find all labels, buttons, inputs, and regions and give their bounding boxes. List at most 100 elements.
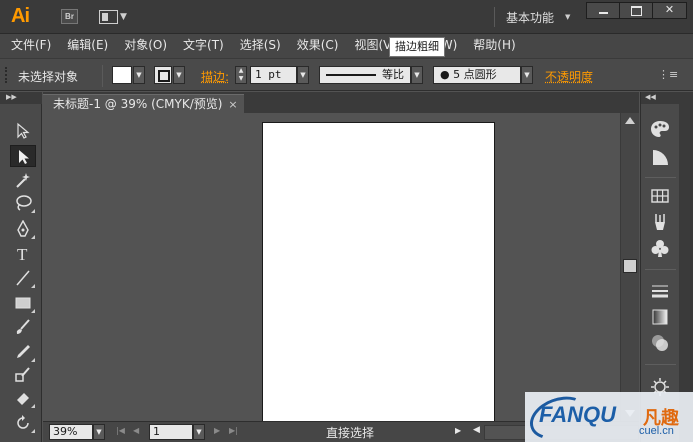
artboard-dropdown[interactable]: ▼ <box>193 424 205 440</box>
menu-file[interactable]: 文件(F) <box>11 34 51 58</box>
color-panel-button[interactable] <box>648 118 672 140</box>
document-tab-bar: 未标题-1 @ 39% (CMYK/预览) × <box>43 92 639 113</box>
swatches-panel-button[interactable] <box>648 185 672 207</box>
symbols-panel-icon <box>651 240 669 257</box>
watermark-brand: FANQU <box>539 402 616 427</box>
menu-object[interactable]: 对象(O) <box>124 34 167 58</box>
scrollbar-thumb[interactable] <box>623 259 637 273</box>
first-artboard-icon[interactable]: |◀ <box>116 426 125 435</box>
minimize-button[interactable] <box>587 3 620 18</box>
divider <box>494 7 495 27</box>
expand-panels-icon[interactable]: ◀◀ <box>641 92 680 104</box>
previous-artboard-icon[interactable]: ◀ <box>133 426 139 435</box>
pencil-tool-icon <box>17 345 30 358</box>
magic-wand-tool[interactable] <box>10 169 36 191</box>
panel-menu-icon[interactable]: ⋮≡ <box>658 69 678 81</box>
watermark-url: cuel.cn <box>639 425 674 437</box>
profile-label: 等比 <box>382 68 404 81</box>
stroke-label[interactable]: 描边: <box>201 68 229 85</box>
status-text[interactable]: 直接选择 <box>326 424 374 441</box>
transparency-panel-button[interactable] <box>648 332 672 354</box>
tool-group-indicator <box>31 404 35 408</box>
rotate-tool[interactable] <box>10 412 36 434</box>
blob-brush-tool[interactable] <box>10 364 36 386</box>
panel-grip[interactable] <box>5 67 9 83</box>
paintbrush-tool-icon <box>16 319 30 334</box>
menu-effect[interactable]: 效果(C) <box>297 34 339 58</box>
menu-help[interactable]: 帮助(H) <box>473 34 515 58</box>
layout-icon <box>99 10 118 24</box>
pencil-tool[interactable] <box>10 341 36 363</box>
close-button[interactable]: ✕ <box>653 3 686 18</box>
variable-width-profile[interactable]: 等比 <box>319 66 411 84</box>
brush-dropdown[interactable]: ▼ <box>521 66 533 84</box>
tool-group-indicator <box>31 358 35 362</box>
brush-definition[interactable]: ● 5 点圆形 <box>433 66 521 84</box>
direct-selection-tool[interactable] <box>10 145 36 167</box>
panel-dock-edge <box>679 92 693 442</box>
document-tab[interactable]: 未标题-1 @ 39% (CMYK/预览) × <box>43 94 244 113</box>
selection-tool[interactable] <box>10 120 36 142</box>
tools-panel: ▶▶ T <box>0 92 42 442</box>
app-logo: Ai <box>11 5 30 27</box>
tool-group-indicator <box>31 429 35 433</box>
eraser-tool[interactable] <box>10 387 36 409</box>
symbols-panel-button[interactable] <box>648 237 672 259</box>
blob-brush-tool-icon <box>15 367 30 382</box>
collapse-icon[interactable]: ▶▶ <box>0 92 42 104</box>
color-guide-panel-icon <box>653 150 668 165</box>
menu-edit[interactable]: 编辑(E) <box>67 34 108 58</box>
arrange-documents-button[interactable]: ▼ <box>99 9 129 25</box>
divider <box>645 177 676 178</box>
type-tool[interactable]: T <box>10 243 36 265</box>
color-guide-panel-button[interactable] <box>648 146 672 168</box>
eraser-tool-icon <box>17 393 29 405</box>
zoom-dropdown[interactable]: ▼ <box>93 424 105 440</box>
brushes-panel-icon <box>655 214 665 230</box>
lasso-tool[interactable] <box>10 192 36 214</box>
stroke-weight-field[interactable]: 1 pt <box>250 66 297 84</box>
paintbrush-tool[interactable] <box>10 316 36 338</box>
menu-select[interactable]: 选择(S) <box>240 34 281 58</box>
maximize-button[interactable] <box>620 3 653 18</box>
workspace-switcher[interactable]: 基本功能 <box>506 9 554 26</box>
stroke-dropdown[interactable]: ▼ <box>173 66 185 84</box>
next-artboard-icon[interactable]: ▶ <box>214 426 220 435</box>
gradient-panel-button[interactable] <box>648 306 672 328</box>
rectangle-tool-icon <box>15 297 31 309</box>
line-segment-tool[interactable] <box>10 267 36 289</box>
type-tool-icon: T <box>17 245 28 263</box>
canvas[interactable] <box>43 113 620 421</box>
stroke-swatch[interactable] <box>154 66 172 84</box>
line-segment-tool-icon <box>16 270 30 286</box>
zoom-field[interactable]: 39% <box>49 424 93 440</box>
control-bar: 未选择对象 ▼ ▼ 描边: ▲ ▼ 1 pt ▼ 等比 ▼ ● 5 点圆形 ▼ 不… <box>0 58 693 91</box>
divider <box>645 364 676 365</box>
swatches-panel-icon <box>651 189 669 203</box>
lasso-tool-icon <box>16 195 32 211</box>
scroll-left-icon[interactable]: ◀ <box>473 425 480 435</box>
pen-tool[interactable] <box>10 218 36 240</box>
artboard[interactable] <box>262 122 495 421</box>
brushes-panel-button[interactable] <box>648 211 672 233</box>
watermark-logo: FANQU 凡趣 cuel.cn <box>525 392 693 442</box>
last-artboard-icon[interactable]: ▶| <box>229 426 238 435</box>
fill-dropdown[interactable]: ▼ <box>133 66 145 84</box>
rectangle-tool[interactable] <box>10 292 36 314</box>
artboard-number-field[interactable]: 1 <box>149 424 193 440</box>
bridge-button[interactable]: Br <box>61 9 78 24</box>
stroke-panel-button[interactable] <box>648 280 672 302</box>
stroke-weight-stepper[interactable]: ▲ ▼ <box>235 66 247 84</box>
close-tab-icon[interactable]: × <box>228 96 237 114</box>
status-menu-icon[interactable]: ▶ <box>455 426 461 435</box>
profile-dropdown[interactable]: ▼ <box>411 66 423 84</box>
stroke-weight-dropdown[interactable]: ▼ <box>297 66 309 84</box>
title-bar: Ai Br ▼ 基本功能 ▼ ✕ <box>0 0 693 34</box>
fill-swatch[interactable] <box>112 66 132 84</box>
vertical-scrollbar[interactable] <box>620 113 639 421</box>
scroll-up-icon[interactable] <box>625 117 635 124</box>
pen-tool-icon <box>17 220 29 237</box>
opacity-label[interactable]: 不透明度 <box>545 68 593 85</box>
menu-type[interactable]: 文字(T) <box>183 34 224 58</box>
chevron-down-icon[interactable]: ▼ <box>565 13 570 21</box>
